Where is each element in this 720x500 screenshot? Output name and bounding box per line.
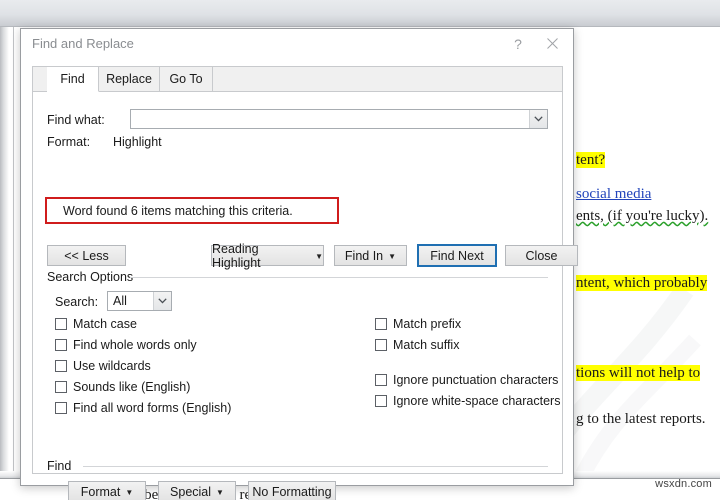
reading-highlight-label: Reading Highlight [212,241,261,270]
format-label: Format: [47,135,91,149]
tab-find-label: Find [60,72,85,86]
checkbox-box[interactable] [55,381,67,393]
chevron-down-icon [534,116,543,122]
document-line-6-text: g to the latest reports. [576,411,706,427]
checkbox-ignore-punctuation[interactable]: Ignore punctuation characters [375,373,558,387]
tab-goto[interactable]: Go To [160,67,213,91]
question-mark-icon: ? [514,35,522,52]
find-what-label: Find what: [47,113,105,127]
checkbox-ignore-punctuation-label: Ignore punctuation characters [393,373,559,387]
search-scope-label-text: Search: [55,295,99,309]
tab-replace[interactable]: Replace [99,67,160,91]
search-options-group-label: Search Options [47,270,140,284]
document-left-rule [13,27,14,478]
document-line-3: ents, (if you're lucky). [576,208,708,225]
no-formatting-button[interactable]: No Formatting [248,481,336,500]
checkbox-find-whole-words-only[interactable]: Find whole words only [55,338,197,352]
search-scope-combobox[interactable]: All [107,291,172,311]
special-button[interactable]: Special ▼ [158,481,236,500]
checkbox-box[interactable] [375,339,387,351]
search-scope-label: Search: [55,295,98,309]
no-formatting-button-label: No Formatting [252,484,332,499]
tab-strip: Find Replace Go To [33,67,562,92]
checkbox-find-all-word-forms[interactable]: Find all word forms (English) [55,401,231,415]
special-button-label: Special [170,484,212,499]
tab-replace-label: Replace [106,72,152,86]
find-in-button[interactable]: Find In ▼ [334,245,407,266]
search-options-group-rule [130,277,548,278]
find-next-button[interactable]: Find Next [417,244,497,267]
search-scope-value[interactable]: All [108,292,153,310]
checkbox-box[interactable] [375,374,387,386]
checkbox-match-prefix[interactable]: Match prefix [375,317,461,331]
tab-find[interactable]: Find [47,67,99,92]
checkbox-box[interactable] [375,395,387,407]
help-button[interactable]: ? [501,29,535,58]
checkbox-use-wildcards-label: Use wildcards [73,359,151,373]
less-button[interactable]: << Less [47,245,126,266]
caret-down-icon: ▼ [125,487,134,497]
find-in-label: Find In [344,248,384,263]
dialog-title: Find and Replace [32,36,134,51]
checkbox-ignore-white-space[interactable]: Ignore white-space characters [375,394,560,408]
checkbox-match-suffix-label: Match suffix [393,338,460,352]
checkbox-box[interactable] [55,339,67,351]
checkbox-match-prefix-label: Match prefix [393,317,462,331]
checkbox-box[interactable] [55,318,67,330]
find-what-dropdown-button[interactable] [529,110,547,128]
format-button[interactable]: Format ▼ [68,481,146,500]
document-line-4: ntent, which probably [576,275,708,292]
find-what-combobox[interactable] [130,109,548,129]
caret-down-icon: ▼ [216,487,224,497]
checkbox-sounds-like-label: Sounds like (English) [73,380,191,394]
dialog-titlebar[interactable]: Find and Replace ? [21,29,573,59]
document-left-edge [0,27,12,478]
document-line-2-link[interactable]: social media [576,186,651,202]
screen: tent? social media ents, (if you're luck… [0,0,720,500]
less-button-label: << Less [64,248,109,263]
checkbox-match-case-label: Match case [73,317,137,331]
result-message-text: Word found 6 items matching this criteri… [63,203,293,218]
caret-down-icon: ▼ [388,251,397,261]
document-line-6: g to the latest reports. [576,411,706,428]
reading-highlight-button[interactable]: Reading Highlight ▼ [211,242,324,270]
find-group-label: Find [47,459,78,473]
checkbox-find-whole-words-only-label: Find whole words only [73,338,197,352]
result-message-box: Word found 6 items matching this criteri… [45,197,339,224]
find-what-input[interactable] [131,110,529,128]
application-top-strip [0,0,720,27]
search-scope-dropdown-button[interactable] [153,292,171,310]
dialog-panel: Find Replace Go To Find what: Format: Hi… [32,66,578,500]
chevron-down-icon [158,298,167,304]
find-next-label: Find Next [430,248,484,263]
checkbox-box[interactable] [375,318,387,330]
checkbox-use-wildcards[interactable]: Use wildcards [55,359,151,373]
format-button-label: Format [80,484,121,499]
checkbox-box[interactable] [55,402,67,414]
close-button[interactable] [535,29,569,58]
caret-down-icon: ▼ [315,251,323,261]
find-and-replace-dialog: Find and Replace ? Find Replace Go To Fi… [20,28,578,500]
document-line-3-text: ents, (if you're lucky). [576,208,709,224]
tab-goto-label: Go To [169,72,203,86]
checkbox-sounds-like[interactable]: Sounds like (English) [55,380,190,394]
checkbox-box[interactable] [55,360,67,372]
close-button-label: Close [525,248,558,263]
document-line-1-text: tent? [576,152,606,168]
checkbox-match-suffix[interactable]: Match suffix [375,338,459,352]
close-dialog-button[interactable]: Close [505,245,578,266]
document-line-5-text: tions will not help to [576,365,701,381]
document-line-4-text: ntent, which probably [576,275,708,291]
checkbox-ignore-white-space-label: Ignore white-space characters [393,394,561,408]
watermark-label: wsxdn.com [655,478,712,490]
checkbox-find-all-word-forms-label: Find all word forms (English) [73,401,232,415]
format-value: Highlight [113,135,162,149]
find-group-rule [83,466,548,467]
close-icon [546,38,558,49]
document-line-2[interactable]: social media [576,186,651,203]
document-line-5: tions will not help to [576,365,701,382]
document-line-1: tent? [576,152,606,169]
checkbox-match-case[interactable]: Match case [55,317,137,331]
